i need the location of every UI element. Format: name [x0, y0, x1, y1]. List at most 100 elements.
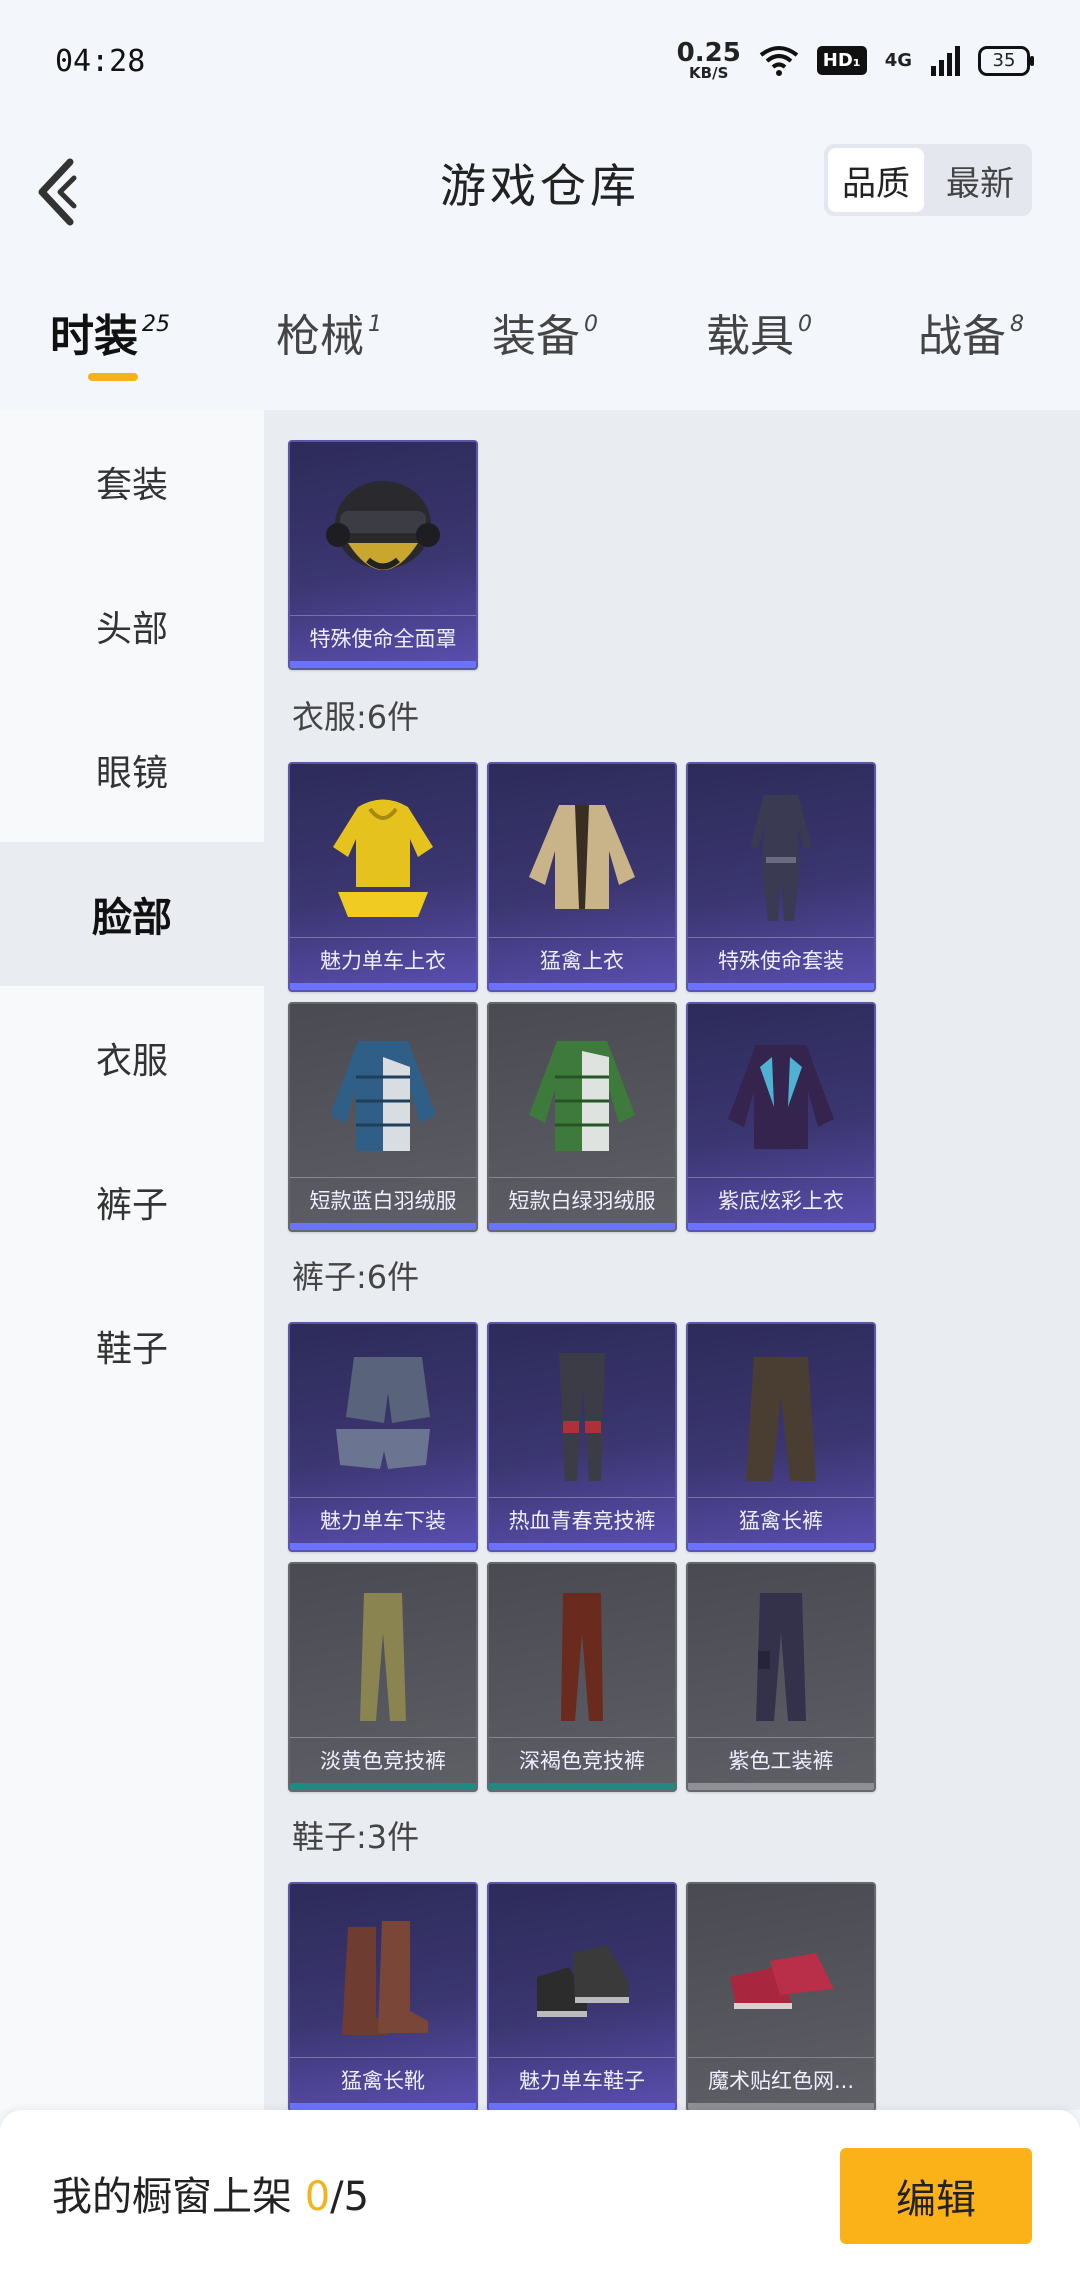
shelf-current: 0	[304, 2174, 331, 2220]
sidebar-item-pants[interactable]: 裤子	[0, 1130, 264, 1274]
speed-unit: KB/S	[689, 64, 729, 82]
item-card[interactable]: 猛禽长裤	[686, 1322, 876, 1552]
item-card[interactable]: 紫底炫彩上衣	[686, 1002, 876, 1232]
rarity-bar	[290, 2103, 476, 2110]
status-time: 04:28	[55, 44, 146, 79]
item-name: 魔术贴红色网...	[688, 2057, 874, 2102]
rarity-bar	[290, 983, 476, 990]
sort-toggle: 品质 最新	[824, 144, 1032, 216]
shorts-icon	[336, 1357, 430, 1469]
red-shoes-icon	[730, 1953, 834, 2009]
sneakers-icon	[537, 1945, 629, 2017]
tab-fashion[interactable]: 时装 25	[50, 300, 170, 364]
face-grid: 特殊使命全面罩	[288, 440, 1068, 670]
down-jacket-icon	[330, 1041, 436, 1151]
rarity-bar	[688, 1543, 874, 1550]
suit-icon	[750, 795, 812, 921]
jacket-icon	[529, 805, 635, 909]
tab-label: 战备	[918, 311, 1006, 362]
tab-supplies[interactable]: 战备 8	[918, 300, 1024, 364]
sidebar-item-face[interactable]: 脸部	[0, 842, 264, 986]
helmet-icon	[326, 481, 440, 570]
item-card[interactable]: 特殊使命全面罩	[288, 440, 478, 670]
item-card[interactable]: 淡黄色竞技裤	[288, 1562, 478, 1792]
rarity-bar	[688, 1223, 874, 1230]
sidebar-item-head[interactable]: 头部	[0, 554, 264, 698]
rarity-bar	[688, 983, 874, 990]
rarity-bar	[290, 1543, 476, 1550]
item-card[interactable]: 短款白绿羽绒服	[487, 1002, 677, 1232]
sort-newest-button[interactable]: 最新	[932, 148, 1028, 212]
network-speed: 0.25 KB/S	[677, 40, 741, 81]
item-card[interactable]: 猛禽长靴	[288, 1882, 478, 2110]
tab-label: 时装	[50, 311, 138, 362]
tab-label: 装备	[492, 311, 580, 362]
rarity-bar	[489, 1223, 675, 1230]
bottom-bar: 我的橱窗上架 0/5 编辑	[0, 2110, 1080, 2280]
pants-icon	[746, 1357, 816, 1481]
item-card[interactable]: 魅力单车鞋子	[487, 1882, 677, 2110]
green-down-jacket-icon	[529, 1041, 635, 1151]
rarity-bar	[290, 1783, 476, 1790]
item-name: 紫底炫彩上衣	[688, 1177, 874, 1222]
item-card[interactable]: 特殊使命套装	[686, 762, 876, 992]
rarity-bar	[489, 1783, 675, 1790]
section-title-clothes: 衣服:6件	[292, 698, 420, 736]
tab-count: 8	[1010, 312, 1024, 337]
item-name: 魅力单车鞋子	[489, 2057, 675, 2102]
item-card[interactable]: 魅力单车下装	[288, 1322, 478, 1552]
status-indicators: 0.25 KB/S HD₁ 4G 35	[677, 40, 1034, 81]
tab-count: 0	[584, 312, 598, 337]
sidebar-item-suit[interactable]: 套装	[0, 410, 264, 554]
battery-icon: 35	[978, 45, 1034, 76]
khaki-pants-icon	[360, 1593, 406, 1721]
tab-weapons[interactable]: 枪械 1	[276, 300, 382, 364]
pants-grid: 魅力单车下装 热血青春竞技裤 猛禽长裤 淡黄色竞技裤 深褐色竞技裤 紫色工装裤	[288, 1322, 1068, 1792]
rarity-bar	[489, 1543, 675, 1550]
tab-count: 25	[142, 312, 170, 337]
yellow-hoodie-icon	[333, 799, 433, 917]
sidebar-item-clothes[interactable]: 衣服	[0, 986, 264, 1130]
leggings-icon	[559, 1353, 605, 1481]
cargo-pants-icon	[756, 1593, 806, 1721]
section-title-shoes: 鞋子:3件	[292, 1818, 420, 1856]
item-card[interactable]: 猛禽上衣	[487, 762, 677, 992]
item-card[interactable]: 魔术贴红色网...	[686, 1882, 876, 2110]
rarity-bar	[489, 983, 675, 990]
item-name: 深褐色竞技裤	[489, 1737, 675, 1782]
item-name: 短款白绿羽绒服	[489, 1177, 675, 1222]
showcase-shelf-counter: 我的橱窗上架 0/5	[52, 2164, 369, 2222]
item-card[interactable]: 深褐色竞技裤	[487, 1562, 677, 1792]
wifi-icon	[759, 45, 799, 76]
sidebar-item-glasses[interactable]: 眼镜	[0, 698, 264, 842]
rarity-bar	[290, 661, 476, 668]
edit-button[interactable]: 编辑	[840, 2148, 1032, 2244]
shelf-total: /5	[330, 2174, 370, 2220]
sort-quality-button[interactable]: 品质	[828, 148, 924, 212]
rarity-bar	[489, 2103, 675, 2110]
item-card[interactable]: 紫色工装裤	[686, 1562, 876, 1792]
item-name: 紫色工装裤	[688, 1737, 874, 1782]
sidebar-item-shoes[interactable]: 鞋子	[0, 1274, 264, 1418]
speed-value: 0.25	[676, 38, 741, 68]
section-title-pants: 裤子:6件	[292, 1258, 420, 1296]
tab-vehicles[interactable]: 载具 0	[706, 300, 812, 364]
item-name: 热血青春竞技裤	[489, 1497, 675, 1542]
item-card[interactable]: 短款蓝白羽绒服	[288, 1002, 478, 1232]
item-content-area[interactable]: 特殊使命全面罩 衣服:6件 魅力单车上衣 猛禽上衣 特殊使命套装 短款蓝白羽绒服…	[264, 410, 1080, 2110]
rarity-bar	[688, 1783, 874, 1790]
clothes-grid: 魅力单车上衣 猛禽上衣 特殊使命套装 短款蓝白羽绒服 短款白绿羽绒服 紫底炫彩上…	[288, 762, 1068, 1232]
shelf-label: 我的橱窗上架	[52, 2174, 305, 2220]
brown-pants-icon	[561, 1593, 603, 1721]
item-name: 魅力单车上衣	[290, 937, 476, 982]
hd-voice-icon: HD₁	[816, 46, 867, 75]
tab-equipment[interactable]: 装备 0	[492, 300, 598, 364]
item-name: 猛禽长裤	[688, 1497, 874, 1542]
item-card[interactable]: 魅力单车上衣	[288, 762, 478, 992]
item-name: 猛禽长靴	[290, 2057, 476, 2102]
active-tab-indicator	[88, 373, 138, 381]
tab-label: 载具	[706, 311, 794, 362]
item-name: 猛禽上衣	[489, 937, 675, 982]
network-type: 4G	[884, 50, 912, 71]
item-card[interactable]: 热血青春竞技裤	[487, 1322, 677, 1552]
